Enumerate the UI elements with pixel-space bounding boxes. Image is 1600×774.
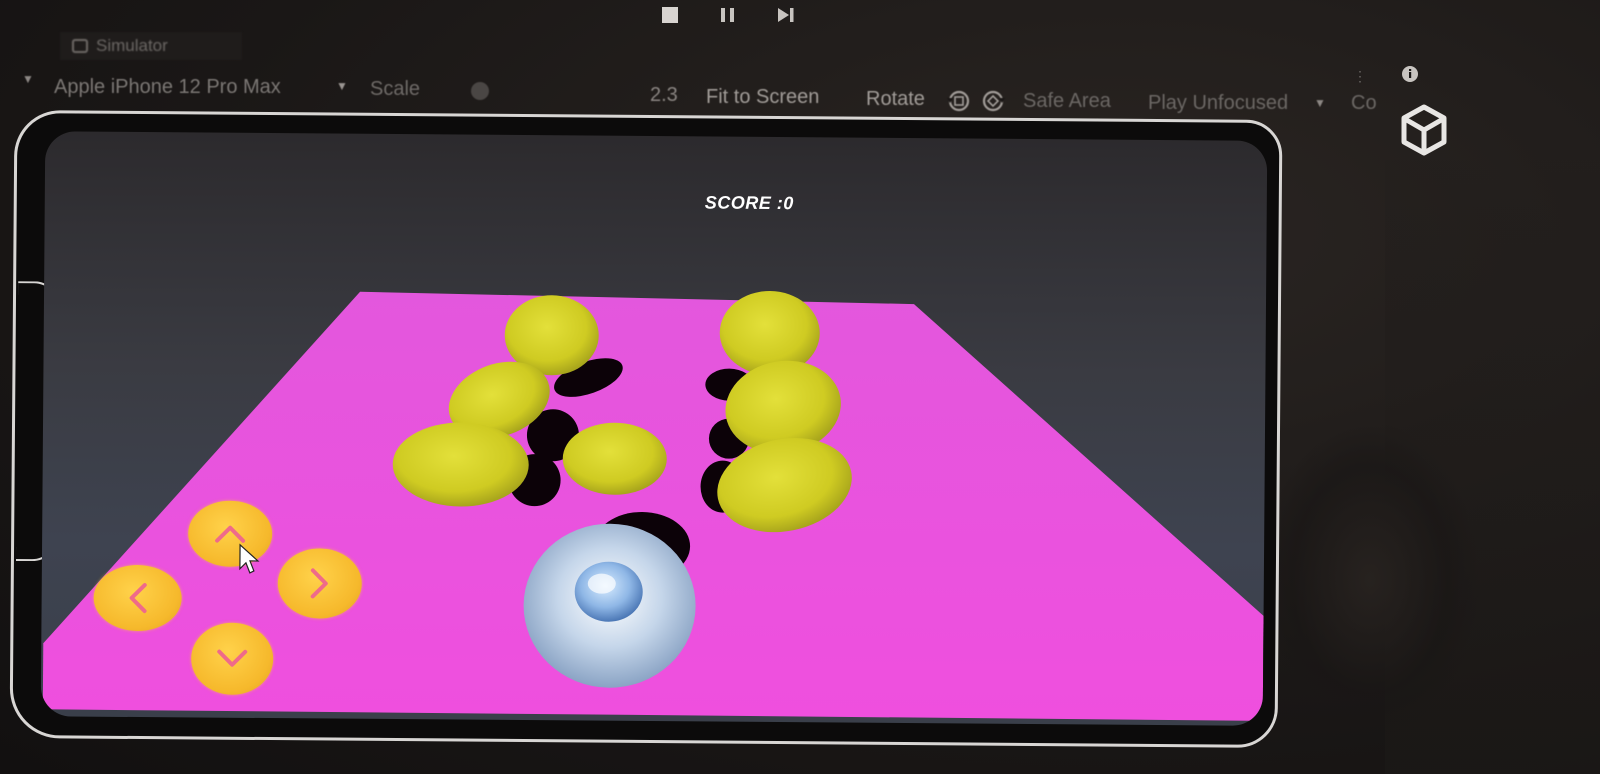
safe-area-toggle[interactable]: Safe Area [1023, 90, 1111, 113]
dpad-left-button[interactable] [93, 564, 182, 632]
fit-to-screen-button[interactable]: Fit to Screen [706, 86, 819, 109]
chevron-up-icon [215, 525, 246, 543]
rotate-label: Rotate [866, 88, 925, 110]
chevron-down-icon [217, 649, 248, 667]
chevron-left-icon [129, 583, 147, 614]
pause-button[interactable] [718, 5, 738, 25]
stop-button[interactable] [660, 5, 680, 25]
simulator-toolbar: ▼ Apple iPhone 12 Pro Max ▼ Scale 2.3 Fi… [16, 70, 1406, 114]
step-icon [778, 8, 794, 22]
tab-simulator-label: Simulator [96, 36, 168, 55]
coin [719, 290, 820, 375]
game-view[interactable]: SCORE :0 [40, 131, 1268, 726]
dpad-down-button[interactable] [190, 622, 274, 696]
play-mode-caret-icon[interactable]: ▼ [1314, 96, 1326, 110]
device-dropdown[interactable]: Apple iPhone 12 Pro Max [54, 76, 281, 99]
dpad-right-button[interactable] [277, 548, 363, 619]
simulator-icon [72, 39, 88, 53]
rotate-left-button[interactable] [946, 88, 972, 120]
tab-simulator[interactable]: Simulator [60, 32, 242, 60]
unity-logo-icon [1400, 104, 1448, 161]
scale-label: Scale [370, 78, 421, 100]
stop-icon [662, 7, 678, 23]
score-label: SCORE :0 [704, 192, 794, 214]
device-frame: SCORE :0 [9, 110, 1283, 748]
device-dropdown-caret-icon[interactable]: ▼ [336, 79, 348, 93]
rotate-left-icon [947, 90, 970, 112]
scale-slider-handle[interactable] [471, 82, 489, 100]
mouse-cursor-icon [238, 543, 262, 580]
step-button[interactable] [776, 5, 796, 25]
info-icon[interactable] [1400, 64, 1420, 89]
scale-value: 2.3 [650, 84, 678, 106]
unity-editor-window: Simulator ▼ Apple iPhone 12 Pro Max ▼ Sc… [0, 0, 1600, 774]
background-shadow [1260, 420, 1480, 740]
playback-controls [660, 2, 820, 28]
chevron-right-icon [310, 568, 328, 599]
rotate-right-icon [982, 90, 1005, 112]
view-menu-arrow-icon[interactable]: ▼ [22, 72, 34, 86]
play-mode-dropdown[interactable]: Play Unfocused [1148, 92, 1288, 115]
control-label: Co [1351, 92, 1377, 114]
kebab-icon[interactable]: ⋮ [1353, 68, 1367, 85]
pause-icon [721, 8, 734, 22]
rotate-right-button[interactable] [980, 88, 1006, 120]
